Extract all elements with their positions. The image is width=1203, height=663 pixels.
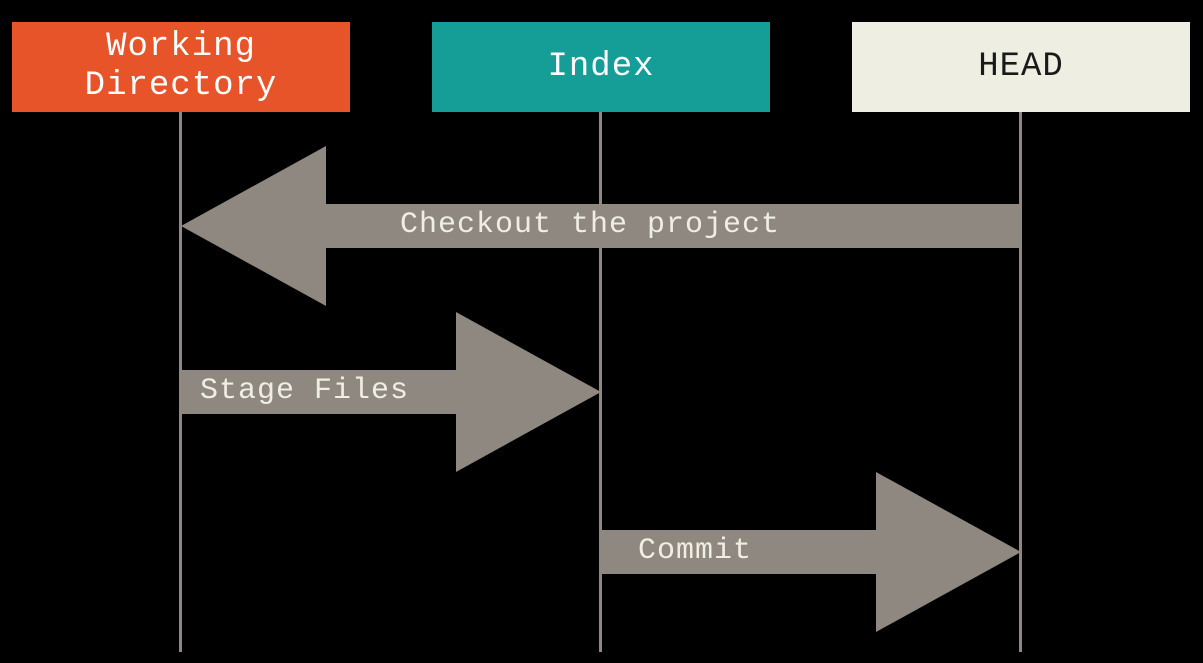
- arrows-svg: [0, 0, 1203, 663]
- arrow-label-commit: Commit: [638, 534, 752, 568]
- git-workflow-diagram: Working Directory Index HEAD Checkout th…: [0, 0, 1203, 663]
- arrow-label-checkout: Checkout the project: [400, 208, 780, 242]
- arrow-label-stage: Stage Files: [200, 374, 409, 408]
